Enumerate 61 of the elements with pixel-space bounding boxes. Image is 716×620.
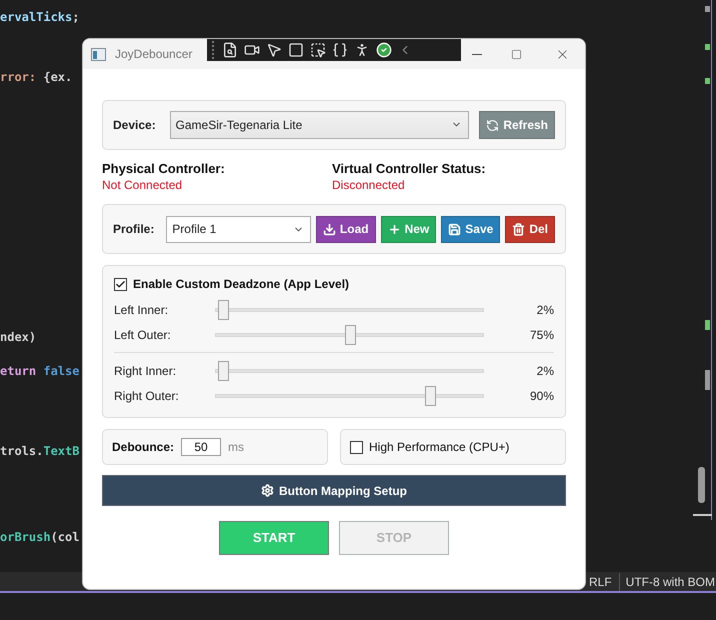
slider[interactable] xyxy=(215,386,484,406)
slider[interactable] xyxy=(215,300,484,320)
slider-value: 2% xyxy=(536,302,554,318)
code-line: rror: {ex. xyxy=(0,69,72,86)
status-bar-item[interactable]: UTF-8 with BOM xyxy=(618,572,716,590)
save-icon xyxy=(448,222,462,236)
slider-thumb[interactable] xyxy=(218,360,230,380)
deadzone-checkbox[interactable] xyxy=(114,278,127,290)
debounce-label: Debounce: xyxy=(112,439,174,456)
slider[interactable] xyxy=(215,360,484,380)
button-mapping-button[interactable]: Button Mapping Setup xyxy=(102,475,566,506)
deadzone-label: Enable Custom Deadzone (App Level) xyxy=(133,276,350,293)
device-dropdown[interactable]: GameSir-Tegenaria Lite xyxy=(170,111,470,139)
slider-value: 75% xyxy=(528,326,554,344)
maximize-icon xyxy=(510,48,522,60)
profile-label: Profile: xyxy=(113,221,156,238)
square-icon[interactable] xyxy=(288,42,304,58)
code-line: eturn false xyxy=(0,363,80,380)
braces-icon[interactable] xyxy=(332,42,348,58)
code-line: ndex) xyxy=(0,329,36,346)
slider[interactable] xyxy=(215,324,484,344)
slider-thumb[interactable] xyxy=(218,300,230,320)
settings-icon xyxy=(261,484,274,497)
save-button[interactable]: Save xyxy=(441,216,500,242)
debounce-input[interactable]: 50 xyxy=(181,438,222,456)
slider-label: Right Outer: xyxy=(114,388,180,404)
status-value: Disconnected xyxy=(332,177,406,193)
grip-icon[interactable] xyxy=(211,41,216,59)
refresh-button[interactable]: Refresh xyxy=(479,111,555,139)
profile-dropdown[interactable]: Profile 1 xyxy=(166,216,311,242)
status-value: Not Connected xyxy=(102,177,184,193)
code-line: orBrush(col xyxy=(0,529,80,546)
performance-label: High Performance (CPU+) xyxy=(369,439,510,456)
status-label: Virtual Controller Status: xyxy=(332,161,487,177)
performance-checkbox[interactable] xyxy=(350,440,363,454)
slider-value: 90% xyxy=(528,388,554,404)
code-line: trols.TextB xyxy=(0,443,80,460)
device-label: Device: xyxy=(113,117,157,134)
app-icon xyxy=(91,48,106,60)
load-button[interactable]: Load xyxy=(316,216,376,242)
plus-icon xyxy=(388,222,401,236)
check-mark-icon xyxy=(115,278,126,290)
selection-icon[interactable] xyxy=(310,42,326,58)
delete-button[interactable]: Del xyxy=(505,216,555,242)
download-icon xyxy=(322,222,336,236)
inspect-icon[interactable] xyxy=(222,42,238,58)
status-label: Physical Controller: xyxy=(102,161,226,177)
slider-thumb[interactable] xyxy=(344,324,356,344)
check-icon[interactable] xyxy=(376,42,392,58)
slider-label: Left Inner: xyxy=(114,302,170,318)
trash-icon xyxy=(512,222,526,236)
refresh-icon xyxy=(486,118,500,132)
code-line: ervalTicks; xyxy=(0,9,80,26)
debounce-unit: ms xyxy=(228,439,244,456)
slider-thumb[interactable] xyxy=(425,386,436,406)
slider-label: Left Outer: xyxy=(114,326,172,344)
cursor-icon[interactable] xyxy=(266,42,282,58)
window-title: JoyDebouncer xyxy=(115,46,192,63)
slider-label: Right Inner: xyxy=(114,362,178,380)
status-bar-item[interactable]: RLF xyxy=(589,572,612,590)
slider-value: 2% xyxy=(536,362,554,380)
